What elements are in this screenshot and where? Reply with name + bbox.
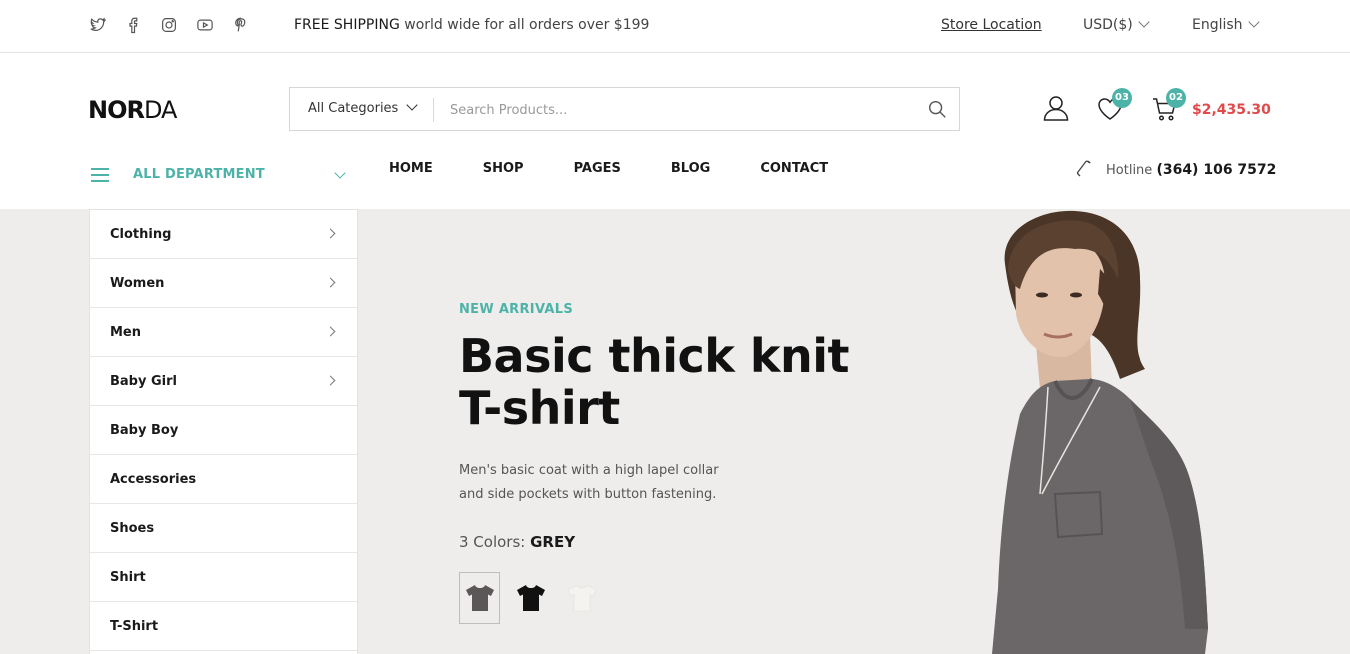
search-icon	[928, 100, 946, 118]
menu-icon	[91, 168, 109, 182]
currency-select[interactable]: USD($)	[1083, 16, 1150, 33]
swatch-grey[interactable]	[459, 572, 500, 624]
chevron-right-icon	[325, 228, 336, 239]
sidebar-item-label: T-Shirt	[110, 619, 159, 634]
category-select[interactable]: All Categories	[308, 99, 418, 116]
category-value: All Categories	[308, 101, 399, 116]
language-value: English	[1192, 17, 1243, 33]
chevron-right-icon	[325, 277, 336, 288]
hero-title-line-1: Basic thick knit	[459, 329, 850, 383]
chevron-down-icon	[334, 167, 346, 179]
sidebar-item-label: Clothing	[110, 227, 172, 242]
instagram-icon[interactable]	[160, 16, 178, 34]
store-location-link[interactable]: Store Location	[941, 17, 1042, 33]
logo[interactable]: NORDA	[88, 96, 177, 124]
phone-icon	[1074, 158, 1094, 178]
sidebar-item-baby-girl[interactable]: Baby Girl	[90, 357, 357, 406]
sidebar-item-label: Accessories	[110, 472, 197, 487]
nav-pages[interactable]: PAGES	[574, 161, 621, 176]
nav-shop[interactable]: SHOP	[483, 161, 524, 176]
all-department-toggle[interactable]: ALL DEPARTMENT	[88, 160, 350, 190]
pinterest-icon[interactable]	[232, 16, 250, 34]
search-input[interactable]	[450, 99, 900, 121]
divider	[433, 98, 434, 122]
sidebar-item-baby-boy[interactable]: Baby Boy	[90, 406, 357, 455]
tshirt-icon	[567, 584, 596, 612]
twitter-icon[interactable]	[88, 16, 106, 34]
hero-title: Basic thick knit T-shirt	[459, 330, 879, 434]
sidebar-item-label: Baby Girl	[110, 374, 177, 389]
nav-blog[interactable]: BLOG	[671, 161, 710, 176]
chevron-down-icon	[406, 99, 418, 111]
tshirt-icon	[516, 585, 545, 611]
sidebar-item-label: Women	[110, 276, 165, 291]
hotline: Hotline (364) 106 7572	[1074, 158, 1276, 178]
chevron-down-icon	[1247, 16, 1260, 28]
hero-tagline: NEW ARRIVALS	[459, 302, 574, 317]
sidebar-item-t-shirt[interactable]: T-Shirt	[90, 602, 357, 651]
cart-total: $2,435.30	[1192, 102, 1271, 118]
sidebar-item-shoes[interactable]: Shoes	[90, 504, 357, 553]
facebook-icon[interactable]	[124, 16, 142, 34]
selected-color: GREY	[530, 533, 576, 551]
color-count: 3 Colors: GREY	[459, 533, 575, 551]
user-icon	[1043, 96, 1069, 121]
chevron-right-icon	[325, 375, 336, 386]
sidebar-item-shirt[interactable]: Shirt	[90, 553, 357, 602]
currency-value: USD($)	[1083, 17, 1133, 33]
sidebar-item-label: Shoes	[110, 521, 155, 536]
nav-contact[interactable]: CONTACT	[760, 161, 828, 176]
sidebar-item-label: Shirt	[110, 570, 146, 585]
hotline-label: Hotline	[1106, 163, 1153, 178]
hero-description-line-1: Men's basic coat with a high lapel colla…	[459, 463, 719, 478]
category-sidebar: Clothing Women Men Baby Girl Baby Boy Ac…	[89, 209, 358, 654]
hotline-number[interactable]: (364) 106 7572	[1156, 162, 1276, 178]
color-swatches	[459, 572, 612, 624]
account-button[interactable]	[1042, 94, 1070, 122]
search-bar: All Categories	[289, 87, 960, 131]
top-bar: FREE SHIPPING world wide for all orders …	[0, 0, 1350, 53]
social-links	[88, 16, 268, 34]
all-department-label: ALL DEPARTMENT	[133, 167, 265, 182]
swatch-black[interactable]	[510, 572, 551, 624]
chevron-right-icon	[325, 326, 336, 337]
search-button[interactable]	[926, 98, 948, 120]
shipping-highlight: FREE SHIPPING	[294, 17, 400, 33]
logo-thin: DA	[143, 96, 177, 124]
youtube-icon[interactable]	[196, 16, 214, 34]
cart-count-badge: 02	[1166, 88, 1186, 108]
sidebar-item-women[interactable]: Women	[90, 259, 357, 308]
sidebar-item-accessories[interactable]: Accessories	[90, 455, 357, 504]
hero-description-line-2: and side pockets with button fastening.	[459, 487, 717, 502]
shipping-text: world wide for all orders over $199	[399, 17, 650, 33]
wishlist-count-badge: 03	[1112, 88, 1132, 108]
logo-bold: NOR	[88, 96, 145, 124]
swatch-white[interactable]	[561, 572, 602, 624]
sidebar-item-men[interactable]: Men	[90, 308, 357, 357]
hero-title-line-2: T-shirt	[459, 381, 620, 435]
hero-description: Men's basic coat with a high lapel colla…	[459, 459, 759, 507]
tshirt-icon	[465, 585, 494, 611]
sidebar-item-label: Baby Boy	[110, 423, 179, 438]
sidebar-item-label: Men	[110, 325, 142, 340]
language-select[interactable]: English	[1192, 16, 1260, 33]
main-nav: HOME SHOP PAGES BLOG CONTACT	[389, 161, 878, 176]
shipping-notice: FREE SHIPPING world wide for all orders …	[294, 17, 649, 33]
hero-model-image	[992, 210, 1208, 654]
nav-home[interactable]: HOME	[389, 161, 433, 176]
colors-label: 3 Colors:	[459, 533, 531, 551]
sidebar-item-clothing[interactable]: Clothing	[90, 210, 357, 259]
chevron-down-icon	[1138, 16, 1150, 28]
